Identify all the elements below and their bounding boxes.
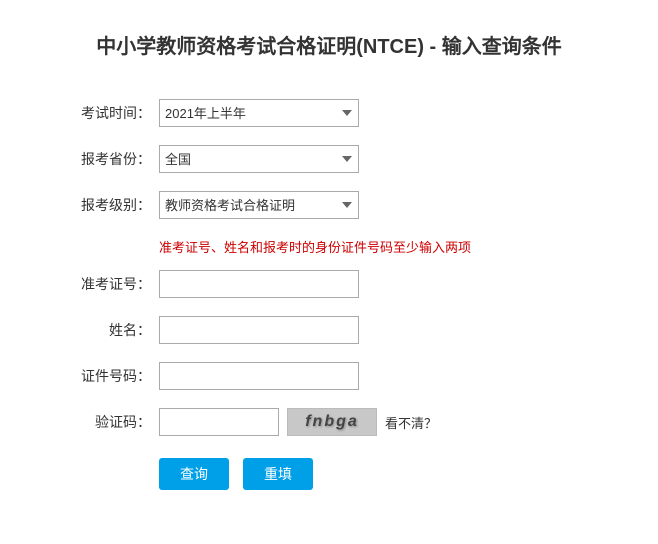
- button-row: 查询 重填: [69, 458, 589, 490]
- error-message: 准考证号、姓名和报考时的身份证件号码至少输入两项: [69, 237, 589, 256]
- province-select[interactable]: 全国: [159, 145, 359, 173]
- name-label: 姓名: [69, 320, 159, 340]
- id-number-label: 证件号码: [69, 366, 159, 386]
- name-control: [159, 316, 589, 344]
- captcha-refresh[interactable]: 看不清？: [385, 413, 437, 432]
- name-input[interactable]: [159, 316, 359, 344]
- captcha-image[interactable]: fnbga: [287, 408, 377, 436]
- exam-number-control: [159, 270, 589, 298]
- exam-time-select[interactable]: 2021年上半年 2021年下半年 2020年上半年: [159, 99, 359, 127]
- province-control: 全国: [159, 145, 589, 173]
- exam-number-input[interactable]: [159, 270, 359, 298]
- reset-button[interactable]: 重填: [243, 458, 313, 490]
- province-row: 报考省份 全国: [69, 145, 589, 173]
- name-row: 姓名: [69, 316, 589, 344]
- exam-time-label: 考试时间: [69, 103, 159, 123]
- captcha-input[interactable]: [159, 408, 279, 436]
- exam-time-control: 2021年上半年 2021年下半年 2020年上半年: [159, 99, 589, 127]
- id-number-input[interactable]: [159, 362, 359, 390]
- exam-number-row: 准考证号: [69, 270, 589, 298]
- captcha-control: fnbga 看不清？: [159, 408, 589, 436]
- form-section: 考试时间 2021年上半年 2021年下半年 2020年上半年 报考省份 全国 …: [69, 99, 589, 490]
- page-wrapper: 中小学教师资格考试合格证明(NTCE) - 输入查询条件 考试时间 2021年上…: [0, 0, 658, 544]
- captcha-row: 验证码 fnbga 看不清？: [69, 408, 589, 436]
- id-number-control: [159, 362, 589, 390]
- query-button[interactable]: 查询: [159, 458, 229, 490]
- page-title: 中小学教师资格考试合格证明(NTCE) - 输入查询条件: [30, 20, 628, 69]
- level-label: 报考级别: [69, 195, 159, 215]
- exam-number-label: 准考证号: [69, 274, 159, 294]
- level-control: 教师资格考试合格证明: [159, 191, 589, 219]
- level-row: 报考级别 教师资格考试合格证明: [69, 191, 589, 219]
- captcha-label: 验证码: [69, 412, 159, 432]
- level-select[interactable]: 教师资格考试合格证明: [159, 191, 359, 219]
- exam-time-row: 考试时间 2021年上半年 2021年下半年 2020年上半年: [69, 99, 589, 127]
- province-label: 报考省份: [69, 149, 159, 169]
- id-number-row: 证件号码: [69, 362, 589, 390]
